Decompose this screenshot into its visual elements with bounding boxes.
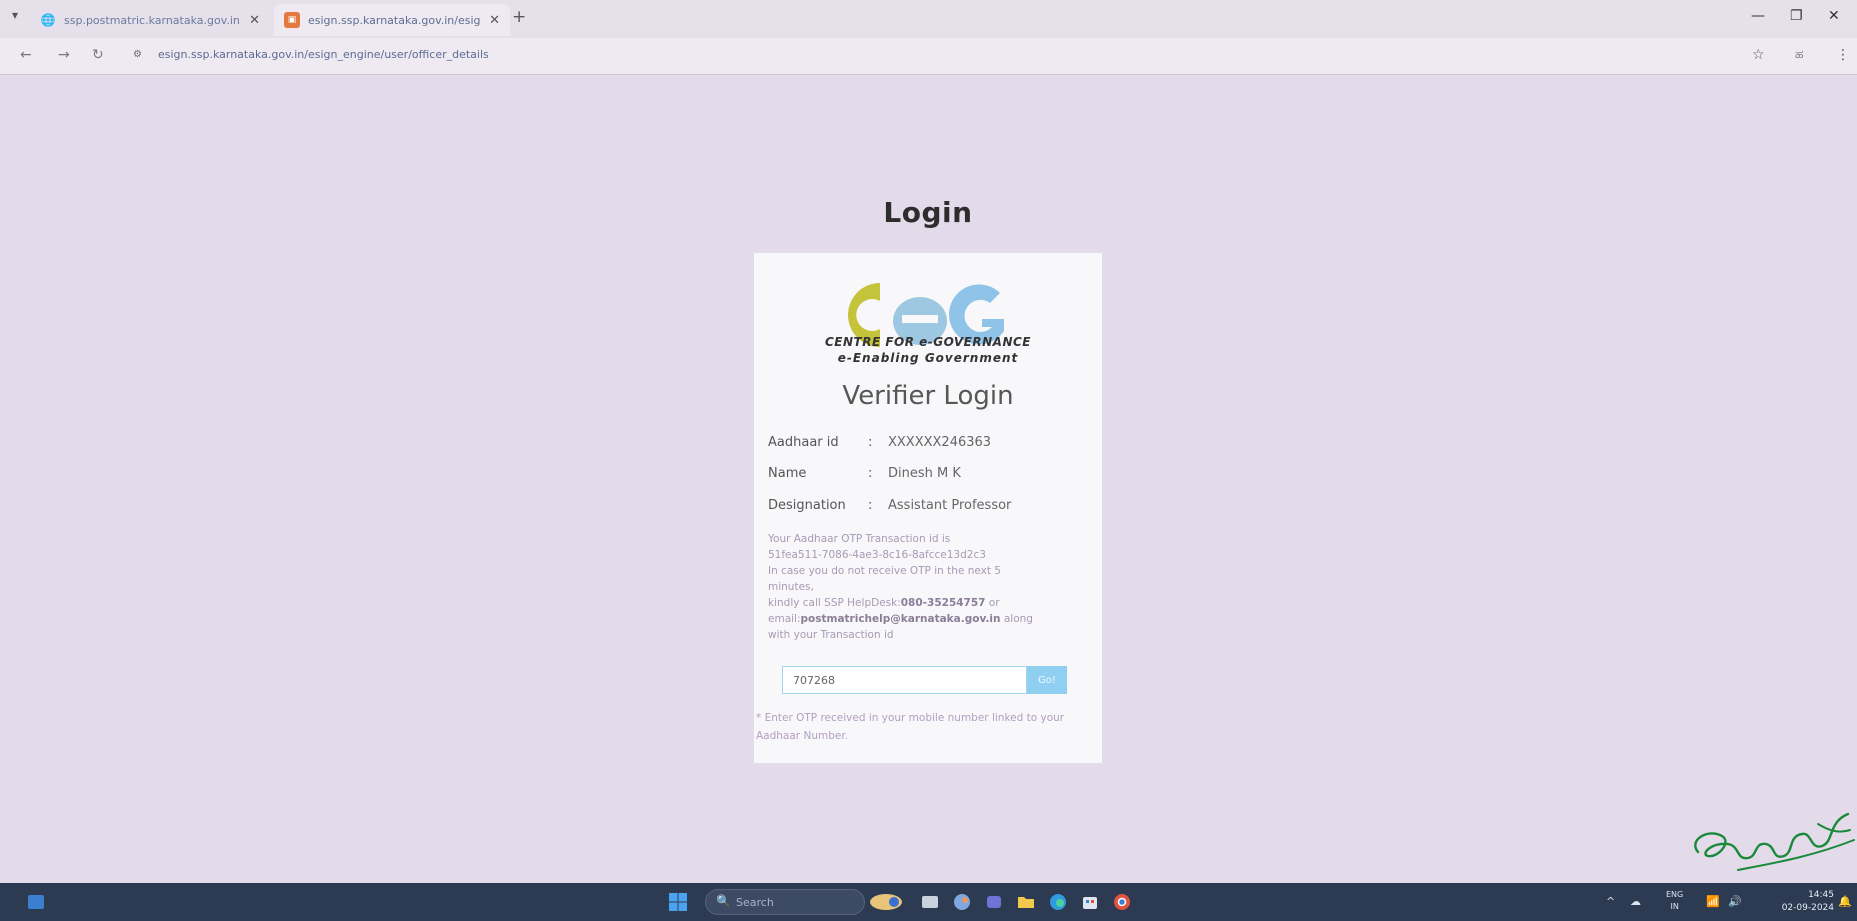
otp-input[interactable] — [782, 666, 1027, 694]
search-icon: 🔍 — [716, 894, 731, 908]
go-button[interactable]: Go! — [1027, 666, 1067, 694]
widgets-icon[interactable] — [26, 892, 46, 912]
teams-icon[interactable] — [984, 892, 1004, 912]
new-tab-plus-icon[interactable]: + — [512, 7, 526, 27]
os-taskbar: 🔍 Search ^ ☁ ENG IN 📶 🔊 14:45 02-09-2024… — [0, 883, 1857, 921]
logo-tagline-2: e-Enabling Government — [837, 351, 1019, 365]
field-value: XXXXXX246363 — [888, 435, 992, 450]
browser-toolbar: ← → ↻ ⚙ esign.ssp.karnataka.gov.in/esign… — [0, 38, 1857, 74]
helpdesk-email[interactable]: postmatrichelp@karnataka.gov.in — [801, 613, 1001, 625]
profile-avatar[interactable]: ಹ — [1795, 47, 1803, 62]
notice-line: Your Aadhaar OTP Transaction id is — [768, 533, 951, 545]
field-label: Designation — [768, 498, 846, 513]
field-label: Name — [768, 466, 807, 481]
handwritten-signature — [1694, 812, 1855, 871]
name-row: Name : Dinesh M K — [768, 466, 961, 481]
tray-chevron-up-icon[interactable]: ^ — [1606, 895, 1615, 908]
menu-kebab-icon[interactable]: ⋮ — [1836, 47, 1850, 63]
field-separator: : — [868, 466, 873, 481]
page-title: Login — [883, 196, 973, 229]
close-icon[interactable]: ✕ — [489, 13, 500, 28]
language-indicator[interactable]: ENG IN — [1666, 889, 1683, 913]
verifier-login-card: CENTRE FOR e-GOVERNANCE e-Enabling Gover… — [754, 253, 1102, 763]
address-bar[interactable]: esign.ssp.karnataka.gov.in/esign_engine/… — [158, 48, 489, 61]
field-value: Dinesh M K — [888, 466, 961, 481]
field-value: Assistant Professor — [888, 498, 1012, 513]
clock-date: 02-09-2024 — [1781, 903, 1834, 913]
logo-tagline-1: CENTRE FOR e-GOVERNANCE — [824, 335, 1031, 349]
card-title: Verifier Login — [842, 381, 1014, 411]
notice-text: along — [1000, 613, 1033, 625]
tab-title: esign.ssp.karnataka.gov.in/esig — [308, 13, 481, 27]
otp-hint: * Enter OTP received in your mobile numb… — [756, 712, 1065, 742]
notice-text: kindly call SSP HelpDesk: — [768, 597, 901, 609]
aadhaar-row: Aadhaar id : XXXXXX246363 — [768, 435, 991, 450]
transaction-id: 51fea511-7086-4ae3-8c16-8afcce13d2c3 — [768, 549, 986, 561]
wifi-icon[interactable]: 📶 — [1706, 895, 1720, 908]
copilot-icon[interactable] — [952, 892, 972, 912]
notice-line: minutes, — [768, 581, 814, 593]
back-arrow-icon[interactable]: ← — [20, 47, 32, 63]
copilot-pill-icon[interactable] — [868, 892, 904, 912]
chrome-icon[interactable] — [1112, 892, 1132, 912]
restore-icon[interactable]: ❐ — [1790, 8, 1803, 24]
task-view-icon[interactable] — [920, 892, 940, 912]
tab-list-chevron-icon[interactable]: ▾ — [12, 8, 18, 22]
system-clock[interactable]: 14:45 02-09-2024 — [1768, 889, 1834, 915]
helpdesk-number: 080-35254757 — [900, 597, 986, 609]
file-explorer-icon[interactable] — [1016, 892, 1036, 912]
bookmark-star-icon[interactable]: ☆ — [1752, 47, 1765, 63]
reload-icon[interactable]: ↻ — [92, 47, 104, 63]
tab-ssp-postmatric[interactable]: 🌐 ssp.postmatric.karnataka.gov.in ✕ — [30, 4, 270, 36]
toolbar-divider — [0, 74, 1857, 75]
notification-bell-icon[interactable]: 🔔 — [1838, 895, 1852, 908]
field-separator: : — [868, 435, 873, 450]
search-placeholder: Search — [736, 896, 774, 909]
onedrive-cloud-icon[interactable]: ☁ — [1630, 895, 1641, 908]
tab-title: ssp.postmatric.karnataka.gov.in — [64, 13, 240, 27]
edge-icon[interactable] — [1048, 892, 1068, 912]
clock-time: 14:45 — [1808, 890, 1834, 900]
globe-icon: 🌐 — [40, 13, 56, 27]
site-favicon-icon: ▣ — [284, 12, 300, 28]
notice-helpdesk-line: kindly call SSP HelpDesk:080-35254757 or — [768, 595, 1096, 611]
site-info-icon[interactable]: ⚙ — [133, 49, 142, 60]
tab-esign-active[interactable]: ▣ esign.ssp.karnataka.gov.in/esig ✕ — [274, 4, 510, 36]
field-label: Aadhaar id — [768, 435, 839, 450]
browser-tab-bar: ▾ 🌐 ssp.postmatric.karnataka.gov.in ✕ ▣ … — [0, 0, 1857, 38]
notice-line: In case you do not receive OTP in the ne… — [768, 565, 1001, 577]
notice-text: or — [985, 597, 1000, 609]
windows-start-icon[interactable] — [668, 892, 688, 912]
store-icon[interactable] — [1080, 892, 1100, 912]
designation-row: Designation : Assistant Professor — [768, 498, 1011, 513]
lang-region: IN — [1670, 902, 1679, 911]
window-close-icon[interactable]: ✕ — [1828, 8, 1840, 24]
notice-text: email: — [768, 613, 801, 625]
otp-notice: Your Aadhaar OTP Transaction id is 51fea… — [768, 531, 1096, 643]
close-icon[interactable]: ✕ — [249, 13, 260, 28]
notice-email-line: email:postmatrichelp@karnataka.gov.in al… — [768, 611, 1096, 627]
notice-line: with your Transaction id — [768, 629, 894, 641]
minimize-icon[interactable]: — — [1751, 8, 1765, 24]
lang-code: ENG — [1666, 890, 1684, 899]
taskbar-search[interactable]: 🔍 Search — [705, 889, 865, 915]
forward-arrow-icon[interactable]: → — [58, 47, 70, 63]
volume-icon[interactable]: 🔊 — [1728, 895, 1742, 908]
field-separator: : — [868, 498, 873, 513]
